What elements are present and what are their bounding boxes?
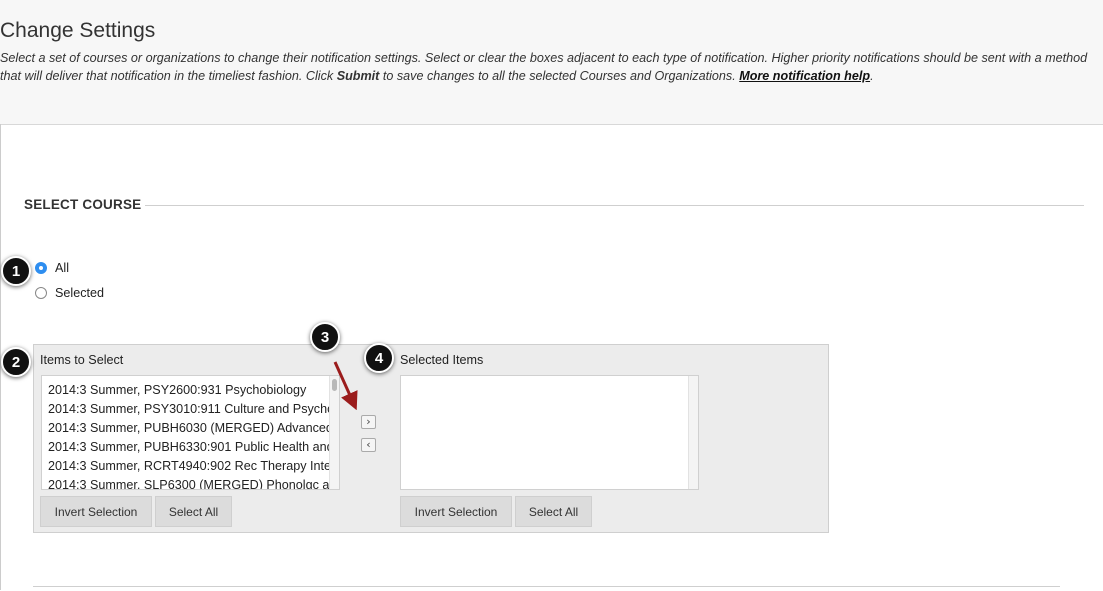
select-all-button-right[interactable]: Select All [515, 496, 592, 527]
list-item[interactable]: 2014:3 Summer, PSY3010:911 Culture and P… [42, 400, 339, 419]
radio-selected[interactable] [35, 287, 47, 299]
submit-word: Submit [336, 69, 380, 83]
items-to-select-label: Items to Select [40, 353, 124, 367]
invert-selection-button-left[interactable]: Invert Selection [40, 496, 152, 527]
step-badge-1: 1 [1, 256, 31, 286]
radio-selected-label: Selected [55, 286, 105, 300]
radio-all-row[interactable]: All [35, 261, 69, 275]
selected-scrollbar[interactable] [688, 376, 698, 489]
selected-items-list[interactable] [400, 375, 699, 490]
list-item[interactable]: 2014:3 Summer, PSY2600:931 Psychobiology [42, 381, 339, 400]
select-all-button-left[interactable]: Select All [155, 496, 232, 527]
page-title: Change Settings [0, 19, 156, 42]
move-left-button[interactable]: ‹ [361, 438, 376, 452]
arrow-annotation [333, 361, 358, 411]
selected-items-label: Selected Items [400, 353, 484, 367]
list-item[interactable]: 2014:3 Summer, PUBH6330:901 Public Healt… [42, 438, 339, 457]
radio-selected-row[interactable]: Selected [35, 286, 104, 300]
step-badge-2: 2 [1, 347, 31, 377]
page-description: Select a set of courses or organizations… [0, 49, 1103, 85]
step-badge-4: 4 [364, 343, 394, 373]
radio-all[interactable] [35, 262, 47, 274]
list-item[interactable]: 2014:3 Summer, RCRT4940:902 Rec Therapy … [42, 457, 339, 476]
description-text-2: to save changes to all the selected Cour… [379, 69, 740, 83]
items-to-select-list[interactable]: 2014:3 Summer, PSY2600:931 Psychobiology… [41, 375, 340, 490]
list-item[interactable]: 2014:3 Summer, PUBH6030 (MERGED) Advance… [42, 419, 339, 438]
section-divider [145, 205, 1084, 206]
section-title: SELECT COURSE [24, 197, 142, 212]
bottom-divider [33, 586, 1060, 587]
list-item[interactable]: 2014:3 Summer, SLP6300 (MERGED) Phonolgc… [42, 476, 339, 489]
step-badge-3: 3 [310, 322, 340, 352]
notification-help-link[interactable]: More notification help [739, 69, 870, 83]
description-end: . [870, 69, 874, 83]
invert-selection-button-right[interactable]: Invert Selection [400, 496, 512, 527]
radio-all-label: All [55, 261, 69, 275]
